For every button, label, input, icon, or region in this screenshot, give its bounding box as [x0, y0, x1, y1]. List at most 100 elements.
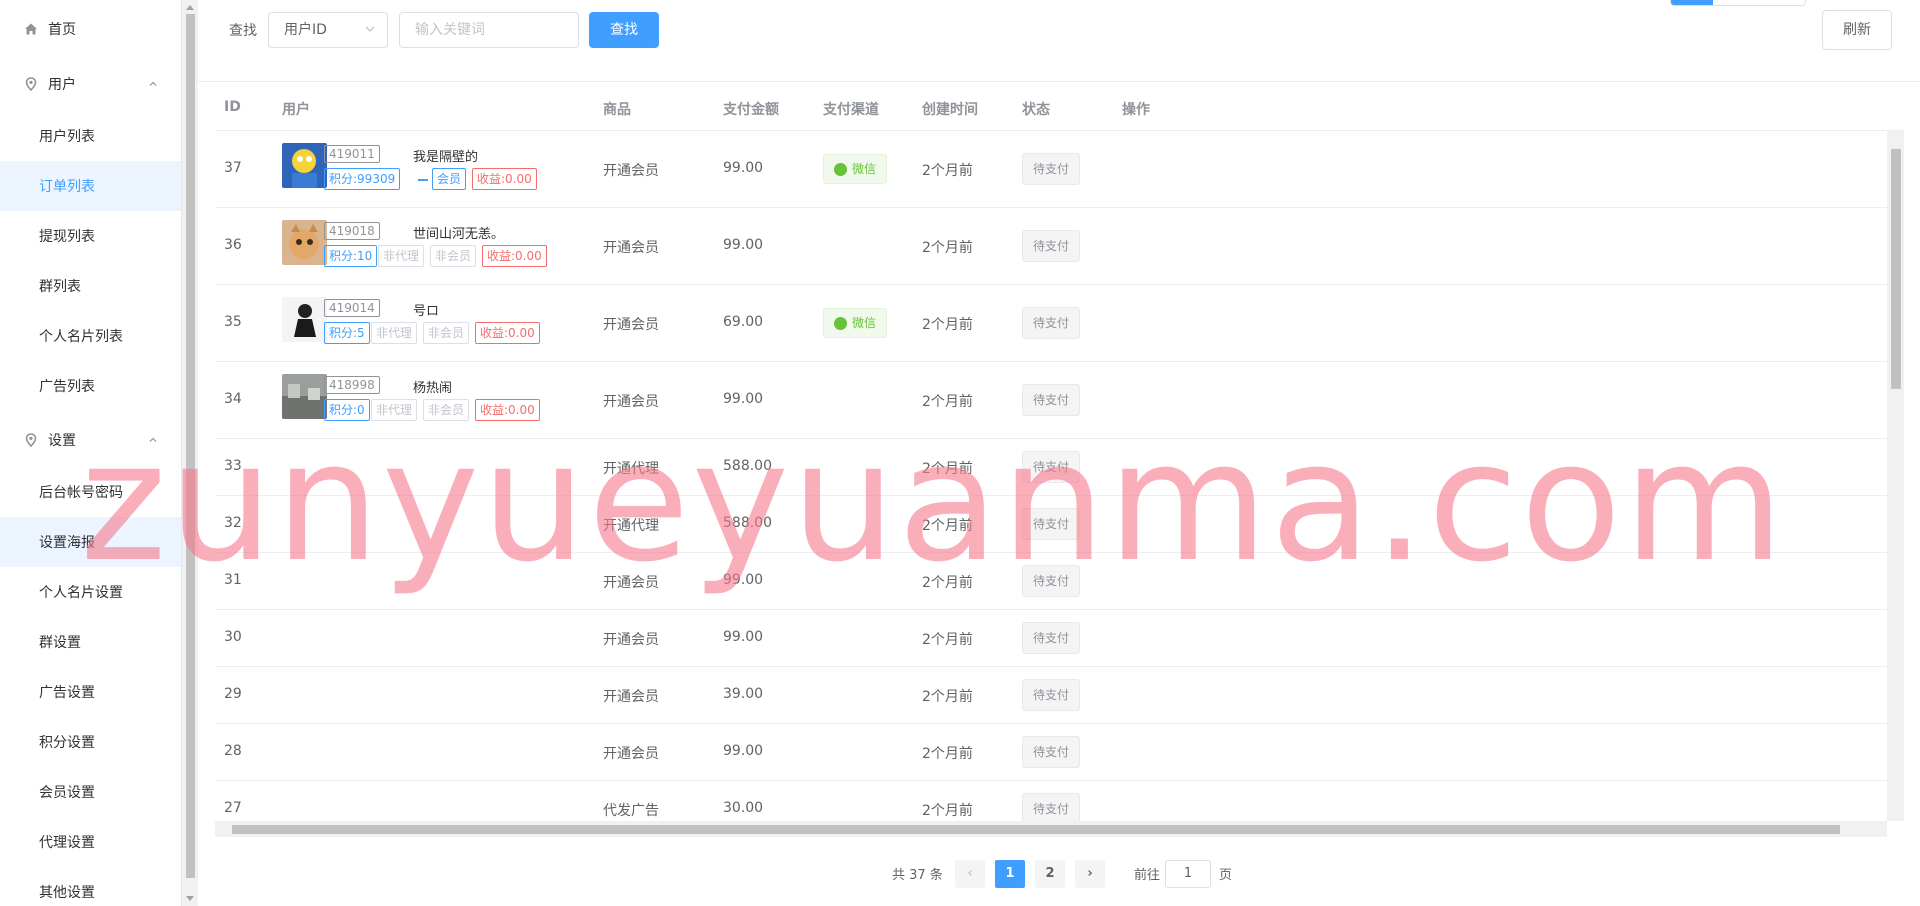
- nav-order-list[interactable]: 订单列表: [0, 161, 181, 211]
- search-button[interactable]: 查找: [589, 12, 659, 48]
- table-row[interactable]: 29 开通会员 39.00 2个月前 待支付: [215, 667, 1887, 724]
- user-avatar: [282, 297, 327, 342]
- nav-group-users-label: 用户: [48, 77, 76, 93]
- sidebar-scroll-thumb[interactable]: [186, 14, 195, 878]
- scroll-down-arrow-icon[interactable]: [186, 896, 194, 901]
- page-suffix: 页: [1219, 868, 1233, 883]
- amount: 69.00: [723, 314, 764, 330]
- table-row[interactable]: 34 418998 杨热闹 积分:0 非代理 非会员 收益:0.00 开通会员 …: [215, 362, 1887, 439]
- points-tag: 积分:99309: [324, 168, 401, 190]
- wechat-icon: [834, 163, 847, 176]
- nav-user-list-label: 用户列表: [39, 129, 95, 145]
- col-channel: 支付渠道: [823, 102, 879, 118]
- wechat-channel-badge: 微信: [823, 154, 887, 184]
- amount: 99.00: [723, 743, 764, 759]
- amount: 588.00: [723, 515, 772, 531]
- status-badge: 待支付: [1022, 508, 1080, 540]
- status-badge: 待支付: [1022, 736, 1080, 768]
- status-badge: 待支付: [1022, 153, 1080, 185]
- nav-ad-list[interactable]: 广告列表: [0, 361, 181, 411]
- nav-agent-settings[interactable]: 代理设置: [0, 817, 181, 867]
- next-page-button[interactable]: ›: [1075, 860, 1105, 888]
- order-id: 33: [224, 458, 242, 474]
- nav-points-settings-label: 积分设置: [39, 735, 95, 751]
- scroll-up-arrow-icon[interactable]: [186, 5, 194, 10]
- prev-page-button[interactable]: ‹: [955, 860, 985, 888]
- nav-group-list[interactable]: 群列表: [0, 261, 181, 311]
- table-row[interactable]: 37 419011 我是隔壁的 积分:99309 会员 收益:0.00 开通会员…: [215, 131, 1887, 208]
- page-2-button[interactable]: 2: [1035, 860, 1065, 888]
- table-row[interactable]: 33 开通代理 588.00 2个月前 待支付: [215, 439, 1887, 496]
- created-time: 2个月前: [922, 461, 973, 477]
- pagination-total: 共 37 条: [892, 868, 943, 883]
- location-icon: [25, 77, 37, 91]
- status-badge: 待支付: [1022, 451, 1080, 483]
- amount: 99.00: [723, 629, 764, 645]
- table-vertical-scrollbar[interactable]: [1887, 131, 1904, 821]
- earnings-tag: 收益:0.00: [482, 245, 547, 267]
- nav-poster-settings[interactable]: 设置海报: [0, 517, 181, 567]
- table-row[interactable]: 30 开通会员 99.00 2个月前 待支付: [215, 610, 1887, 667]
- wechat-icon: [834, 317, 847, 330]
- nav-admin-password[interactable]: 后台帐号密码: [0, 467, 181, 517]
- keyword-input[interactable]: [399, 12, 579, 48]
- nav-card-settings-label: 个人名片设置: [39, 585, 123, 601]
- product: 开通代理: [603, 461, 659, 477]
- nav-user-list[interactable]: 用户列表: [0, 111, 181, 161]
- member-tag: 会员: [432, 168, 467, 190]
- created-time: 2个月前: [922, 518, 973, 534]
- table-vscroll-thumb[interactable]: [1891, 149, 1901, 389]
- nav-card-list[interactable]: 个人名片列表: [0, 311, 181, 361]
- nav-member-settings[interactable]: 会员设置: [0, 767, 181, 817]
- col-actions: 操作: [1122, 102, 1150, 118]
- nav-other-settings[interactable]: 其他设置: [0, 867, 181, 906]
- order-id: 27: [224, 800, 242, 816]
- table-row[interactable]: 36 419018 世间山河无恙。 积分:10 非代理 非会员 收益:0.00 …: [215, 208, 1887, 285]
- table-hscroll-thumb[interactable]: [232, 825, 1840, 834]
- nav-agent-settings-label: 代理设置: [39, 835, 95, 851]
- order-id: 32: [224, 515, 242, 531]
- chevron-up-icon: [149, 81, 157, 86]
- table-horizontal-scrollbar[interactable]: [215, 821, 1887, 837]
- nav-group-settings[interactable]: 设置: [0, 415, 181, 465]
- home-icon: [25, 23, 37, 35]
- nav-points-settings[interactable]: 积分设置: [0, 717, 181, 767]
- page-1-button[interactable]: 1: [995, 860, 1025, 888]
- product: 开通会员: [603, 689, 659, 705]
- status-badge: 待支付: [1022, 679, 1080, 711]
- nav-ad-settings[interactable]: 广告设置: [0, 667, 181, 717]
- table-row[interactable]: 31 开通会员 99.00 2个月前 待支付: [215, 553, 1887, 610]
- amount: 99.00: [723, 572, 764, 588]
- search-field-select[interactable]: 用户ID: [268, 12, 388, 48]
- order-id: 37: [224, 160, 242, 176]
- refresh-button[interactable]: 刷新: [1822, 10, 1892, 50]
- goto-page-input[interactable]: 1: [1165, 860, 1211, 888]
- member-tag: 非会员: [423, 322, 470, 344]
- nav-group-settings-item[interactable]: 群设置: [0, 617, 181, 667]
- table-row[interactable]: 27 代发广告 30.00 2个月前 待支付: [215, 781, 1887, 821]
- created-time: 2个月前: [922, 803, 973, 819]
- order-id: 36: [224, 237, 242, 253]
- status-badge: 待支付: [1022, 622, 1080, 654]
- member-tag: 非会员: [423, 399, 470, 421]
- table-row[interactable]: 32 开通代理 588.00 2个月前 待支付: [215, 496, 1887, 553]
- top-toggle-active: [1671, 0, 1713, 5]
- order-id: 34: [224, 391, 242, 407]
- col-amount: 支付金额: [723, 102, 779, 118]
- find-label: 查找: [229, 23, 257, 39]
- sidebar-scrollbar[interactable]: [181, 0, 198, 906]
- top-toggle[interactable]: [1670, 0, 1806, 6]
- user-name: 世间山河无恙。: [413, 227, 505, 242]
- nav-card-settings[interactable]: 个人名片设置: [0, 567, 181, 617]
- channel-label: 微信: [852, 162, 877, 176]
- nav-withdraw-list[interactable]: 提现列表: [0, 211, 181, 261]
- orders-table: ID 用户 商品 支付金额 支付渠道 创建时间 状态 操作 37 419011 …: [215, 83, 1905, 837]
- col-created: 创建时间: [922, 102, 978, 118]
- nav-home[interactable]: 首页: [0, 4, 181, 54]
- created-time: 2个月前: [922, 317, 973, 333]
- table-row[interactable]: 35 419014 号ロ 积分:5 非代理 非会员 收益:0.00 开通会员 6…: [215, 285, 1887, 362]
- order-id: 28: [224, 743, 242, 759]
- nav-group-users[interactable]: 用户: [0, 59, 181, 109]
- created-time: 2个月前: [922, 632, 973, 648]
- table-row[interactable]: 28 开通会员 99.00 2个月前 待支付: [215, 724, 1887, 781]
